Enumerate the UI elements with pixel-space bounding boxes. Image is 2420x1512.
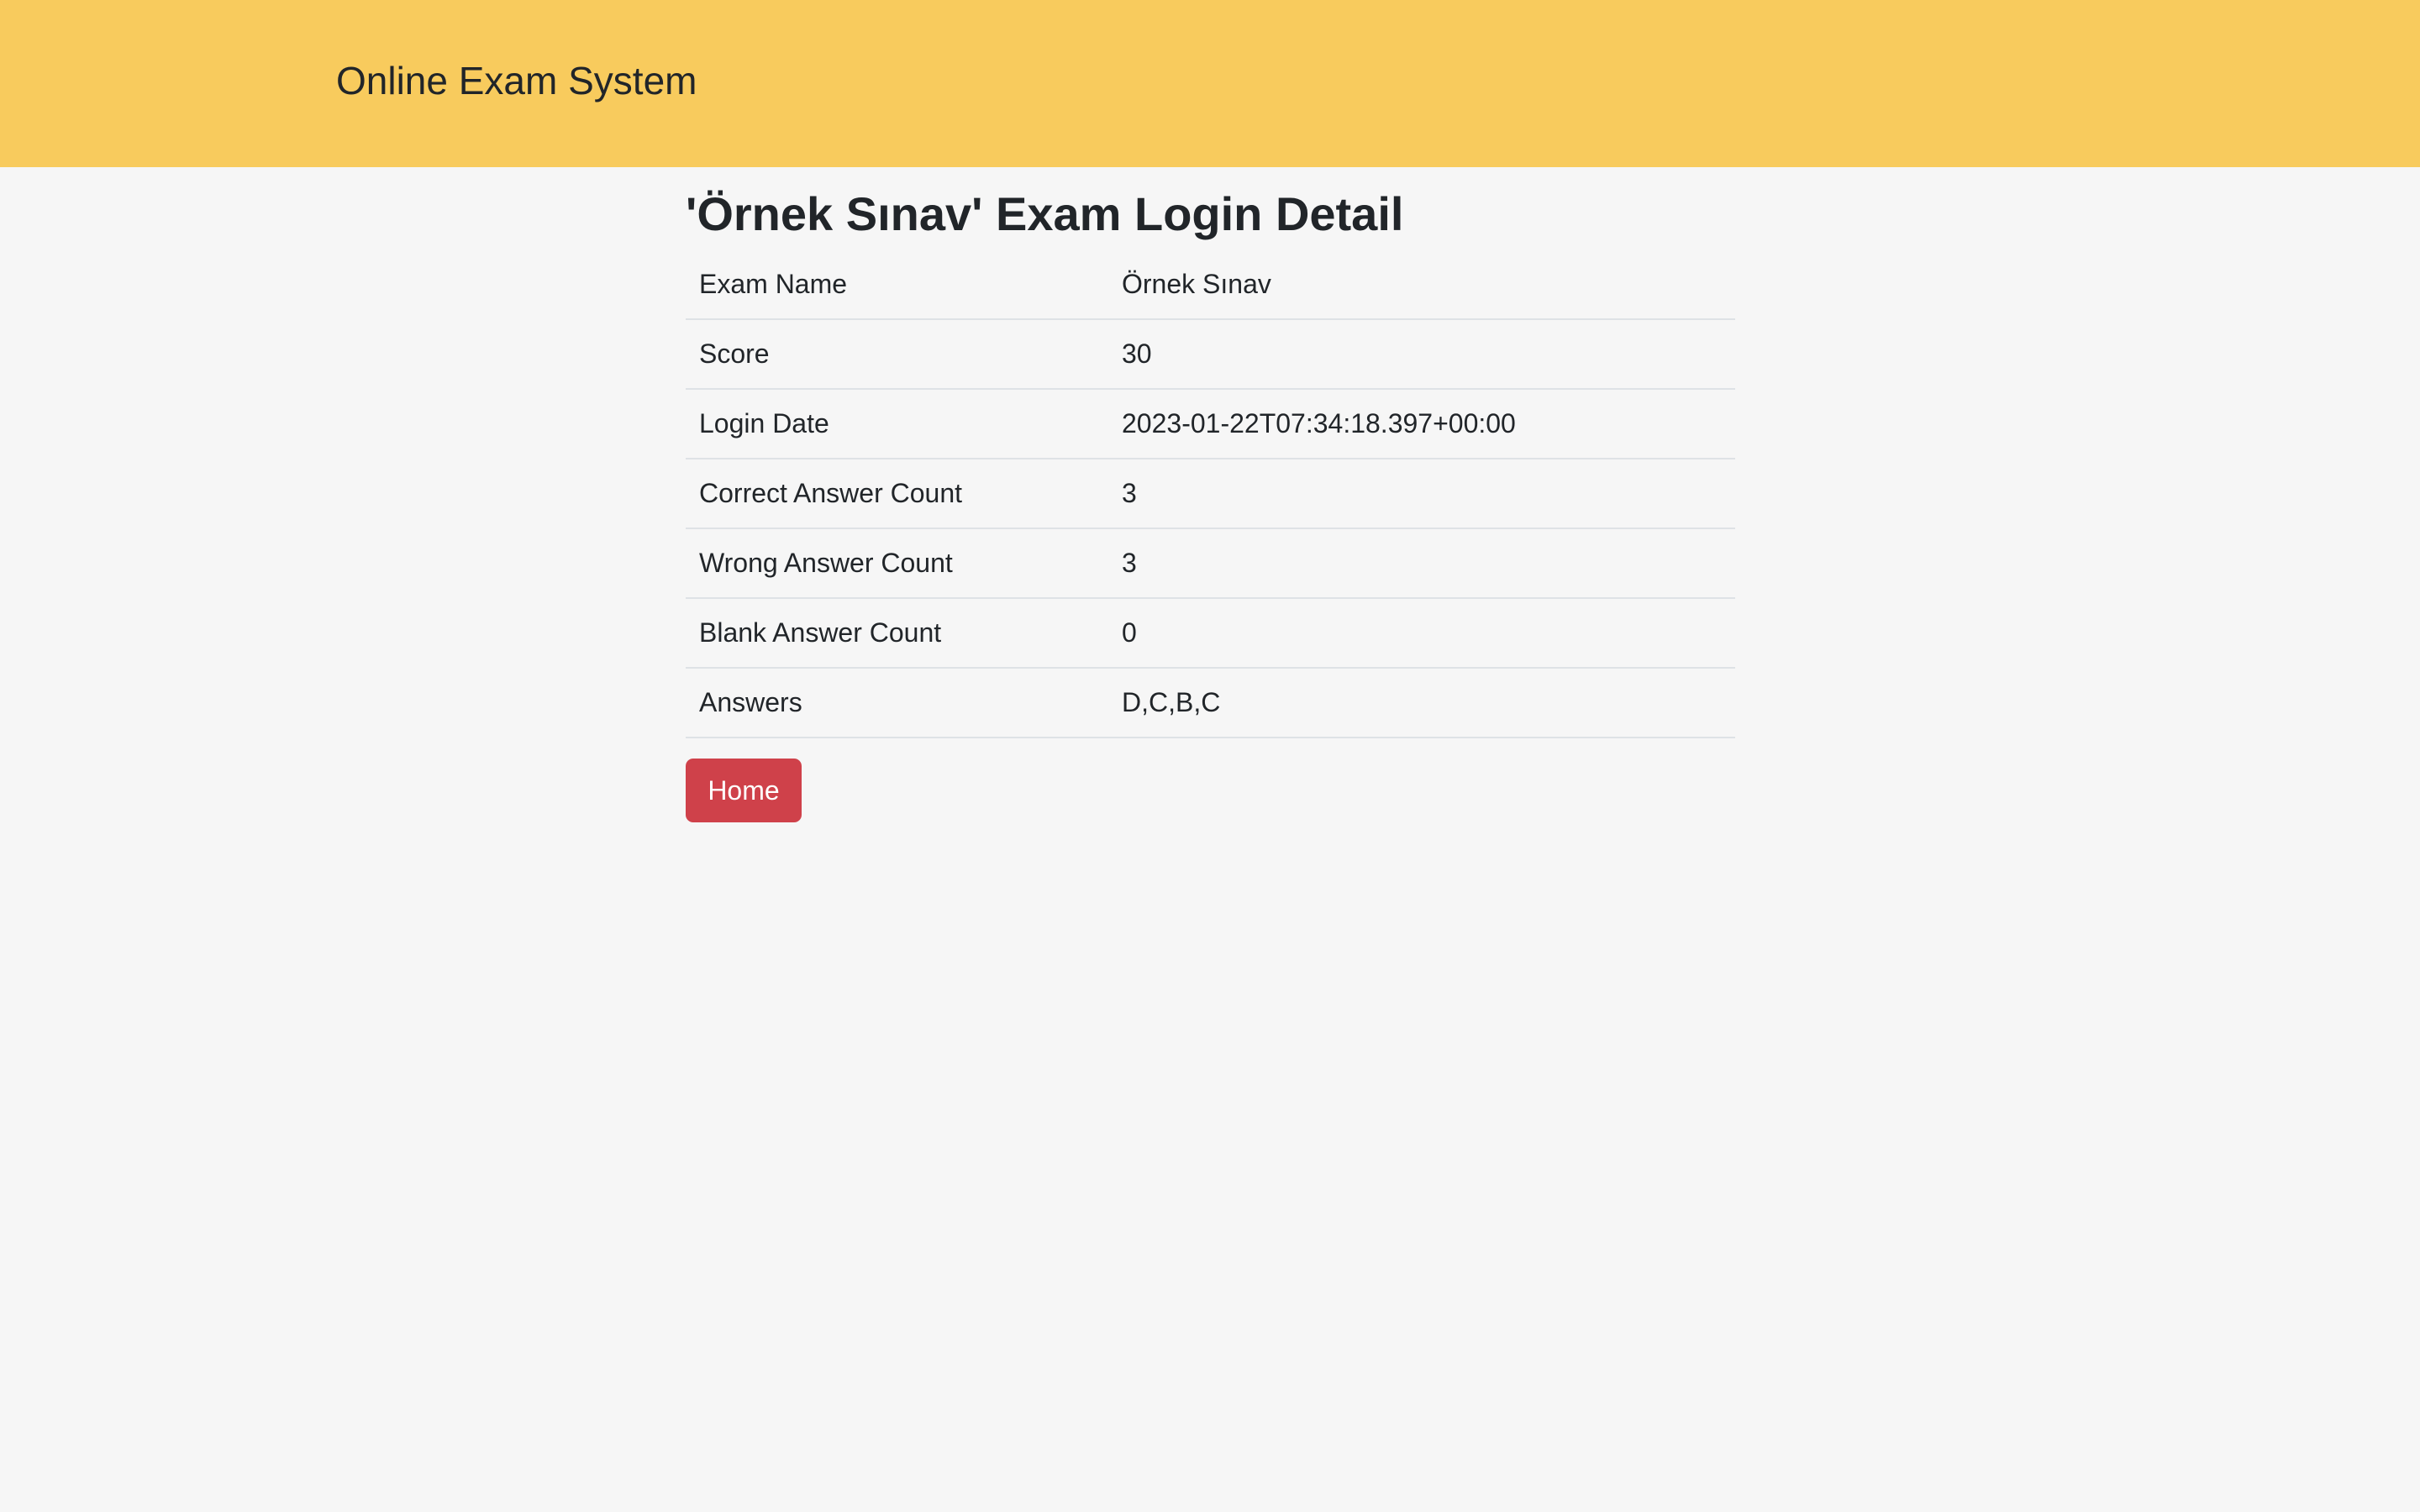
row-label: Wrong Answer Count	[686, 528, 1108, 599]
row-label: Blank Answer Count	[686, 598, 1108, 669]
table-row: Correct Answer Count 3	[686, 459, 1735, 529]
row-label: Login Date	[686, 389, 1108, 459]
row-value: 3	[1108, 459, 1735, 529]
exam-detail-table: Exam Name Örnek Sınav Score 30 Login Dat…	[686, 250, 1735, 738]
row-value: Örnek Sınav	[1108, 250, 1735, 320]
row-label: Correct Answer Count	[686, 459, 1108, 529]
table-row: Answers D,C,B,C	[686, 668, 1735, 738]
row-label: Answers	[686, 668, 1108, 738]
table-row: Blank Answer Count 0	[686, 598, 1735, 669]
table-row: Login Date 2023-01-22T07:34:18.397+00:00	[686, 389, 1735, 459]
home-button[interactable]: Home	[686, 759, 802, 822]
page-title: 'Örnek Sınav' Exam Login Detail	[686, 187, 1404, 240]
top-navbar: Online Exam System	[0, 0, 2420, 167]
table-row: Exam Name Örnek Sınav	[686, 250, 1735, 320]
navbar-brand[interactable]: Online Exam System	[336, 57, 697, 104]
row-value: D,C,B,C	[1108, 668, 1735, 738]
row-label: Score	[686, 319, 1108, 390]
row-value: 30	[1108, 319, 1735, 390]
row-value: 0	[1108, 598, 1735, 669]
table-row: Score 30	[686, 319, 1735, 390]
row-label: Exam Name	[686, 250, 1108, 320]
row-value: 2023-01-22T07:34:18.397+00:00	[1108, 389, 1735, 459]
row-value: 3	[1108, 528, 1735, 599]
table-row: Wrong Answer Count 3	[686, 528, 1735, 599]
